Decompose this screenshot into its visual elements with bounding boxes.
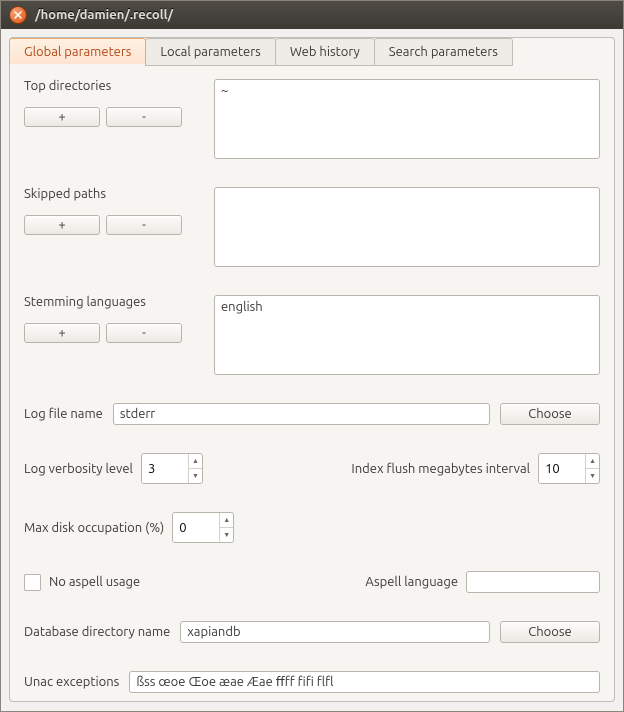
label-stemming-languages: Stemming languages [24, 295, 204, 309]
label-aspell-lang: Aspell language [365, 575, 458, 589]
verbosity-up[interactable]: ▲ [189, 454, 202, 469]
topdirs-list[interactable] [214, 79, 600, 159]
topdirs-remove-button[interactable]: - [106, 107, 182, 127]
tab-web-history[interactable]: Web history [275, 38, 375, 66]
stemming-remove-button[interactable]: - [106, 323, 182, 343]
dbdir-choose-button[interactable]: Choose [500, 621, 600, 643]
tabs-container: Global parameters Local parameters Web h… [9, 37, 615, 702]
tab-bar: Global parameters Local parameters Web h… [9, 37, 614, 65]
logfile-choose-button[interactable]: Choose [500, 403, 600, 425]
tab-search-parameters[interactable]: Search parameters [374, 38, 513, 66]
stemming-add-button[interactable]: + [24, 323, 100, 343]
label-skipped-paths: Skipped paths [24, 187, 204, 201]
maxdisk-down[interactable]: ▼ [220, 528, 233, 542]
label-flush: Index flush megabytes interval [351, 462, 530, 476]
maxdisk-spinner[interactable]: ▲ ▼ [172, 512, 234, 543]
window-body: Global parameters Local parameters Web h… [1, 29, 623, 711]
flush-input[interactable] [539, 454, 585, 483]
flush-down[interactable]: ▼ [586, 469, 599, 483]
unac-input[interactable] [129, 671, 600, 693]
tab-local-parameters[interactable]: Local parameters [145, 38, 275, 66]
row-logfile: Log file name Choose [24, 403, 600, 425]
row-verbosity-flush: Log verbosity level ▲ ▼ Index flush mega… [24, 453, 600, 484]
noaspell-checkbox[interactable] [24, 574, 41, 591]
aspell-lang-input[interactable] [466, 571, 600, 593]
config-window: /home/damien/.recoll/ Global parameters … [0, 0, 624, 712]
row-top-directories: Top directories + - [24, 79, 600, 159]
label-maxdisk: Max disk occupation (%) [24, 521, 164, 535]
label-noaspell: No aspell usage [49, 575, 140, 589]
verbosity-spinner[interactable]: ▲ ▼ [141, 453, 203, 484]
skipped-list[interactable] [214, 187, 600, 267]
row-stemming-languages: Stemming languages + - [24, 295, 600, 375]
flush-up[interactable]: ▲ [586, 454, 599, 469]
tab-page-global: Top directories + - Skipped paths + [10, 65, 614, 701]
row-dbdir: Database directory name Choose [24, 621, 600, 643]
dialog-buttons: Cancel OK [9, 702, 615, 711]
maxdisk-input[interactable] [173, 513, 219, 542]
label-logfile: Log file name [24, 407, 103, 421]
verbosity-down[interactable]: ▼ [189, 469, 202, 483]
window-close-button[interactable] [9, 6, 27, 24]
label-unac: Unac exceptions [24, 675, 119, 689]
label-verbosity: Log verbosity level [24, 462, 133, 476]
tab-global-parameters[interactable]: Global parameters [9, 38, 146, 66]
maxdisk-up[interactable]: ▲ [220, 513, 233, 528]
verbosity-input[interactable] [142, 454, 188, 483]
titlebar: /home/damien/.recoll/ [1, 1, 623, 29]
flush-spinner[interactable]: ▲ ▼ [538, 453, 600, 484]
skipped-add-button[interactable]: + [24, 215, 100, 235]
topdirs-add-button[interactable]: + [24, 107, 100, 127]
row-unac: Unac exceptions [24, 671, 600, 693]
row-aspell: No aspell usage Aspell language [24, 571, 600, 593]
label-top-directories: Top directories [24, 79, 204, 93]
row-skipped-paths: Skipped paths + - [24, 187, 600, 267]
close-icon [14, 11, 22, 19]
window-title: /home/damien/.recoll/ [35, 8, 173, 22]
label-dbdir: Database directory name [24, 625, 170, 639]
row-maxdisk: Max disk occupation (%) ▲ ▼ [24, 512, 600, 543]
dbdir-input[interactable] [180, 621, 490, 643]
skipped-remove-button[interactable]: - [106, 215, 182, 235]
stemming-list[interactable] [214, 295, 600, 375]
logfile-input[interactable] [113, 403, 490, 425]
